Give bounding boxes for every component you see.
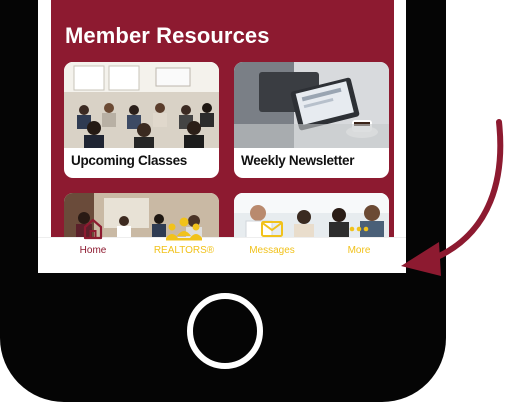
upcoming-classes-card[interactable]: Upcoming Classes bbox=[64, 62, 219, 178]
member-resources-section: Member Resources Upcoming Classes Weekly… bbox=[51, 0, 394, 237]
envelope-icon bbox=[261, 221, 283, 237]
app-screen: Member Resources Upcoming Classes Weekly… bbox=[38, 0, 406, 273]
classroom-photo bbox=[64, 62, 219, 148]
tablet-reading-photo bbox=[234, 62, 389, 148]
tab-messages[interactable]: Messages bbox=[232, 216, 312, 272]
tab-label: Home bbox=[79, 245, 107, 256]
tab-more[interactable]: More bbox=[319, 216, 399, 272]
tab-label: More bbox=[347, 245, 371, 256]
bottom-tab-bar: Home REALTORS® Messages More bbox=[38, 217, 406, 273]
tab-label: Messages bbox=[249, 245, 295, 256]
people-icon bbox=[166, 217, 202, 241]
section-title: Member Resources bbox=[65, 23, 270, 48]
pointer-arrow-icon bbox=[401, 119, 504, 276]
phone-frame: Member Resources Upcoming Classes Weekly… bbox=[0, 0, 446, 402]
card-label: Upcoming Classes bbox=[71, 153, 187, 168]
phone-home-button[interactable] bbox=[187, 293, 263, 369]
weekly-newsletter-card[interactable]: Weekly Newsletter bbox=[234, 62, 389, 178]
home-icon bbox=[83, 218, 103, 240]
tab-label: REALTORS® bbox=[153, 245, 215, 256]
ellipsis-icon bbox=[349, 226, 369, 232]
card-label: Weekly Newsletter bbox=[241, 153, 355, 168]
tab-realtors[interactable]: REALTORS® bbox=[144, 216, 224, 272]
tab-home[interactable]: Home bbox=[53, 216, 133, 272]
